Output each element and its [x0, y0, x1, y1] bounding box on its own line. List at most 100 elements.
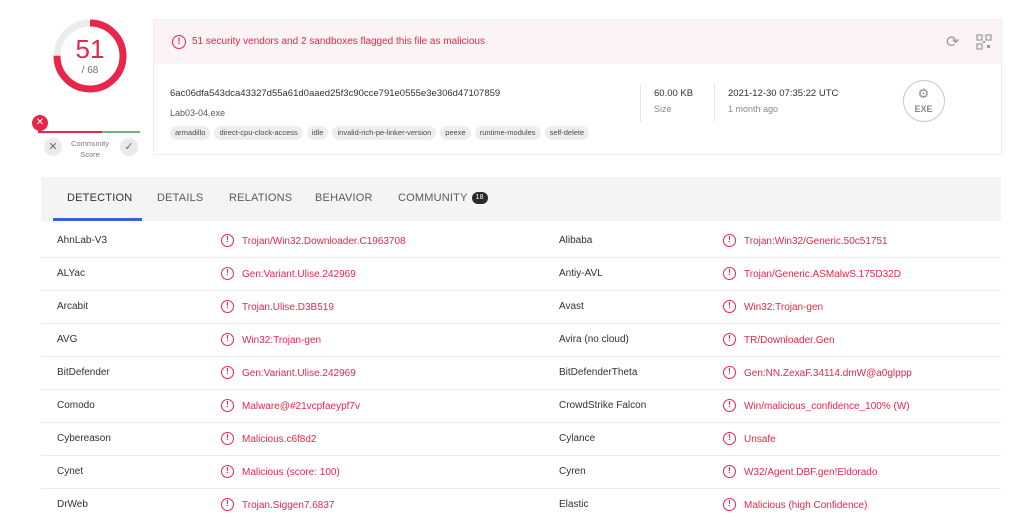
tab-relations[interactable]: RELATIONS — [229, 192, 292, 204]
divider — [640, 84, 641, 122]
detection-result: ! Malicious.c6f8d2 — [221, 432, 316, 445]
file-tags: armadillo direct-cpu-clock-access idle inva… — [170, 126, 590, 140]
engine-name: AVG — [57, 334, 78, 345]
score-detections: 51 — [75, 34, 105, 64]
table-row: AVG ! Win32:Trojan-gen Avira (no cloud)! TR/… — [41, 324, 1001, 357]
detection-result: ! Win32:Trojan-gen — [221, 333, 322, 346]
file-tag[interactable]: idle — [306, 126, 329, 140]
detection-label: Win32:Trojan-gen — [242, 334, 322, 346]
table-row: Cybereason ! Malicious.c6f8d2 Cylance ! Unsaf… — [41, 423, 1001, 456]
detection-result: ! Malware@#21vcpfaeypf7v — [221, 399, 360, 412]
report-tabs: DETECTION DETAILS RELATIONS BEHAVIOR COM… — [41, 177, 1001, 221]
community-marker-icon: ✕ — [32, 115, 48, 131]
file-tag[interactable]: armadillo — [170, 126, 211, 140]
alert-circle-icon: ! — [221, 234, 234, 247]
detection-label: Gen:Variant.Ulise.242969 — [242, 268, 356, 280]
detection-label: Trojan/Generic.ASMalwS.175D32D — [744, 268, 901, 280]
tab-community-label: COMMUNITY — [398, 192, 468, 204]
table-row: Arcabit! Trojan.Ulise.D3B519 Avast ! Win32:T… — [41, 291, 1001, 324]
detection-result: ! Trojan.Ulise.D3B519 — [221, 300, 334, 313]
reload-icon[interactable]: ⟳ — [946, 32, 959, 52]
detection-result: ! Gen:NN.ZexaF.34114.dmW@a0glppp — [723, 366, 912, 379]
vote-malicious-button[interactable]: ✕ — [44, 138, 62, 156]
alert-circle-icon: ! — [172, 35, 186, 49]
detection-label: Trojan.Siggen7.6837 — [242, 499, 335, 511]
divider — [714, 84, 715, 122]
tab-details[interactable]: DETAILS — [157, 192, 203, 204]
detection-result: ! Malicious (score: 100) — [221, 465, 340, 478]
engine-name: Comodo — [57, 400, 95, 411]
engine-name: Cylance — [559, 433, 596, 444]
table-row: DrWeb! Trojan.Siggen7.6837 Elastic ! Malicio… — [41, 489, 1001, 519]
alert-circle-icon: ! — [221, 366, 234, 379]
file-type-glyph: ⚙ — [917, 86, 930, 101]
engine-name: Antiy-AVL — [559, 268, 603, 279]
table-row: AhnLab-V3! Trojan/Win32.Downloader.C19637… — [41, 225, 1001, 258]
file-tag[interactable]: runtime-modules — [474, 126, 541, 140]
engine-name: CrowdStrike Falcon — [559, 400, 647, 411]
detection-result: ! Unsafe — [723, 432, 776, 445]
alert-circle-icon: ! — [221, 267, 234, 280]
detection-result: ! Win32:Trojan-gen — [723, 300, 823, 313]
detection-label: W32/Agent.DBF.gen!Eldorado — [744, 466, 878, 478]
file-hash[interactable]: 6ac06dfa543dca43327d55a61d0aaed25f3c90cc… — [170, 88, 500, 99]
file-date-label: 1 month ago — [728, 104, 779, 114]
detection-label: Win/malicious_confidence_100% (W) — [744, 400, 910, 412]
tab-behavior[interactable]: BEHAVIOR — [315, 192, 373, 204]
alert-circle-icon: ! — [221, 300, 234, 313]
detection-result: ! Win/malicious_confidence_100% (W) — [723, 399, 910, 412]
alert-circle-icon: ! — [723, 300, 736, 313]
file-name: Lab03-04.exe — [170, 108, 226, 118]
vote-harmless-button[interactable]: ✓ — [120, 138, 138, 156]
detection-score-gauge: 51 / 68 — [52, 18, 128, 94]
detection-result: ! Gen:Variant.Ulise.242969 — [221, 366, 356, 379]
alert-circle-icon: ! — [723, 366, 736, 379]
engine-name: Arcabit — [57, 301, 89, 312]
detection-result: ! TR/Downloader.Gen — [723, 333, 835, 346]
community-score-label: Community Score — [71, 139, 109, 159]
qr-code-icon[interactable] — [976, 34, 992, 50]
alert-circle-icon: ! — [723, 267, 736, 280]
alert-circle-icon: ! — [723, 432, 736, 445]
engine-name: Alibaba — [559, 235, 593, 246]
file-tag[interactable]: self-delete — [544, 126, 590, 140]
community-count-badge: 18 — [471, 192, 488, 204]
detection-label: Trojan:Win32/Generic.50c51751 — [744, 235, 888, 247]
file-tag[interactable]: peexe — [440, 126, 471, 140]
score-total: / 68 — [81, 65, 99, 76]
engine-name: Avast — [559, 301, 584, 312]
tab-detection[interactable]: DETECTION — [67, 192, 132, 204]
community-score: ✕ ✕ Community Score ✓ — [32, 115, 140, 164]
alert-circle-icon: ! — [723, 399, 736, 412]
file-tag[interactable]: invalid-rich-pe-linker-version — [332, 126, 437, 140]
table-row: ALYac! Gen:Variant.Ulise.242969 Antiy-AVL!… — [41, 258, 1001, 291]
detection-result: ! W32/Agent.DBF.gen!Eldorado — [723, 465, 878, 478]
community-bar-malicious — [40, 131, 102, 133]
alert-circle-icon: ! — [723, 465, 736, 478]
engine-name: Avira (no cloud) — [559, 334, 629, 345]
engine-name: DrWeb — [57, 499, 88, 510]
detection-label: Trojan.Ulise.D3B519 — [242, 301, 334, 313]
alert-circle-icon: ! — [723, 234, 736, 247]
file-size-value: 60.00 KB — [654, 88, 694, 99]
alert-circle-icon: ! — [723, 498, 736, 511]
detection-result: ! Malicious (high Confidence) — [723, 498, 867, 511]
detection-result: ! Trojan:Win32/Generic.50c51751 — [723, 234, 888, 247]
engine-name: ALYac — [57, 268, 85, 279]
engine-name: BitDefender — [57, 367, 110, 378]
community-bar-harmless — [102, 131, 140, 133]
engine-name: BitDefenderTheta — [559, 367, 638, 378]
engine-name: Cybereason — [57, 433, 111, 444]
tab-community[interactable]: COMMUNITY 18 — [398, 192, 488, 204]
detection-label: TR/Downloader.Gen — [744, 334, 835, 346]
engine-name: Cynet — [57, 466, 84, 477]
alert-circle-icon: ! — [723, 333, 736, 346]
file-tag[interactable]: direct-cpu-clock-access — [214, 126, 303, 140]
engine-name: Elastic — [559, 499, 589, 510]
detection-label: Trojan/Win32.Downloader.C1963708 — [242, 235, 406, 247]
detection-label: Gen:Variant.Ulise.242969 — [242, 367, 356, 379]
file-size-label: Size — [654, 104, 672, 114]
table-row: Comodo ! Malware@#21vcpfaeypf7v CrowdStrike… — [41, 390, 1001, 423]
detection-result: ! Trojan/Generic.ASMalwS.175D32D — [723, 267, 901, 280]
detection-label: Gen:NN.ZexaF.34114.dmW@a0glppp — [744, 367, 912, 379]
